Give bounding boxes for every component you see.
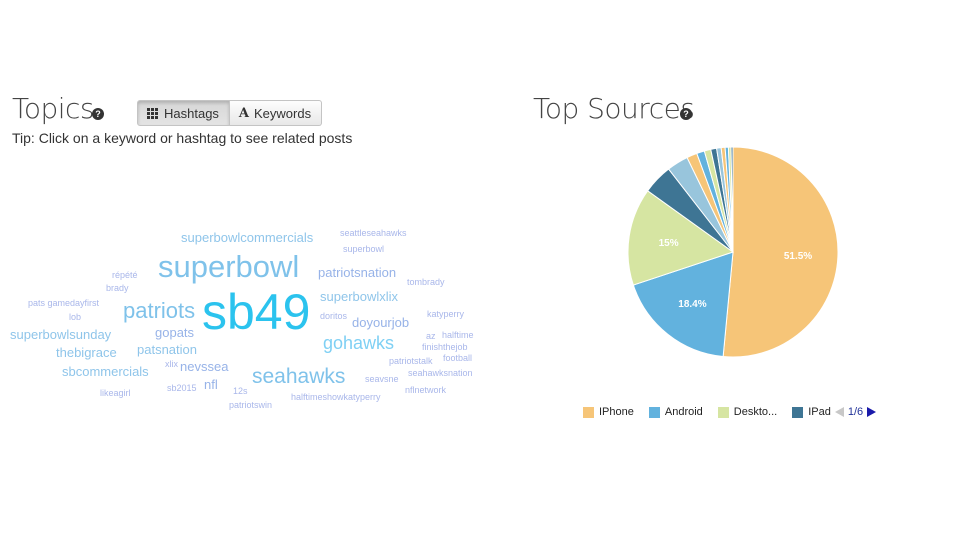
- pie-slice[interactable]: [716, 147, 734, 253]
- page-indicator: 1/6: [847, 406, 864, 418]
- pie-slice[interactable]: [722, 146, 839, 358]
- legend-pager: 1/6: [834, 406, 877, 418]
- legend-item[interactable]: Android: [648, 406, 703, 418]
- topic-word[interactable]: brady: [106, 284, 129, 293]
- help-icon[interactable]: ?: [680, 108, 692, 120]
- pie-slice[interactable]: [696, 150, 734, 253]
- topic-word[interactable]: superbowl: [343, 245, 384, 254]
- next-page-icon[interactable]: [867, 407, 877, 417]
- topic-word[interactable]: superbowlxlix: [320, 290, 398, 303]
- topic-word[interactable]: sbcommercials: [62, 365, 149, 378]
- legend-label: IPad: [808, 406, 831, 418]
- topic-word[interactable]: seahawks: [252, 366, 345, 387]
- pie-slice[interactable]: [646, 168, 734, 253]
- topic-word[interactable]: nflnetwork: [405, 386, 446, 395]
- legend-label: Android: [664, 406, 703, 418]
- legend-label: IPhone: [599, 406, 634, 418]
- chart-legend: IPhone Android Deskto... IPad 1/6: [583, 406, 877, 418]
- pie-slice[interactable]: [627, 190, 735, 286]
- topic-word[interactable]: katyperry: [427, 310, 464, 319]
- legend-swatch: [717, 406, 729, 418]
- topic-word[interactable]: seavsne: [365, 375, 399, 384]
- topic-word[interactable]: tombrady: [407, 278, 445, 287]
- legend-swatch: [648, 406, 660, 418]
- topic-word[interactable]: gopats: [155, 326, 194, 339]
- legend-swatch: [792, 406, 804, 418]
- topic-word[interactable]: nfl: [204, 378, 218, 391]
- topic-word[interactable]: halftime: [442, 331, 474, 340]
- topic-word[interactable]: finishthejob: [422, 343, 468, 352]
- topic-word[interactable]: seattleseahawks: [340, 229, 407, 238]
- slice-label: 15%: [659, 238, 679, 249]
- legend-label: Deskto...: [733, 406, 778, 418]
- topic-word[interactable]: pats gamedayfirst: [28, 299, 99, 308]
- pie-slice[interactable]: [727, 146, 734, 253]
- topic-word[interactable]: likeagirl: [100, 389, 131, 398]
- topic-word[interactable]: doyourjob: [352, 316, 409, 329]
- topic-word[interactable]: superbowl: [158, 251, 299, 282]
- pie-slice[interactable]: [632, 251, 734, 358]
- topic-word[interactable]: az: [426, 332, 436, 341]
- pie-slice[interactable]: [710, 147, 734, 253]
- legend-item[interactable]: Deskto...: [717, 406, 778, 418]
- topic-word[interactable]: superbowlcommercials: [181, 231, 313, 244]
- pie-slice[interactable]: [686, 152, 734, 253]
- pie-slice[interactable]: [703, 148, 734, 253]
- pie-slice[interactable]: [724, 146, 734, 253]
- topic-word[interactable]: superbowlsunday: [10, 328, 111, 341]
- pie-slice[interactable]: [667, 156, 734, 253]
- topic-word[interactable]: patsnation: [137, 343, 197, 356]
- topic-word[interactable]: sb49: [202, 287, 310, 337]
- slice-label: 18.4%: [678, 299, 706, 310]
- topic-word[interactable]: doritos: [320, 312, 347, 321]
- topic-word[interactable]: thebigrace: [56, 346, 117, 359]
- legend-item[interactable]: IPhone: [583, 406, 634, 418]
- topic-word[interactable]: halftimeshowkatyperry: [291, 393, 381, 402]
- legend-item[interactable]: IPad: [792, 406, 831, 418]
- topic-word[interactable]: répété: [112, 271, 138, 280]
- prev-page-icon[interactable]: [834, 407, 844, 417]
- legend-swatch: [583, 406, 594, 418]
- topic-word[interactable]: nevssea: [180, 360, 228, 373]
- word-cloud: sb49 superbowl patriots seahawks gohawks supe…: [0, 0, 520, 540]
- topic-word[interactable]: xlix: [165, 360, 178, 369]
- topic-word[interactable]: patriotswin: [229, 401, 272, 410]
- pie-slice[interactable]: [720, 146, 734, 253]
- topic-word[interactable]: patriotstalk: [389, 357, 433, 366]
- pie-slice[interactable]: [730, 146, 734, 253]
- topic-word[interactable]: patriotsnation: [318, 266, 396, 279]
- slice-label: 51.5%: [784, 251, 812, 262]
- topic-word[interactable]: seahawksnation: [408, 369, 473, 378]
- topic-word[interactable]: lob: [69, 313, 81, 322]
- sources-title: Top Sources: [533, 92, 695, 125]
- topic-word[interactable]: 12s: [233, 387, 248, 396]
- topic-word[interactable]: sb2015: [167, 384, 197, 393]
- topic-word[interactable]: gohawks: [323, 334, 394, 352]
- topic-word[interactable]: patriots: [123, 300, 195, 322]
- topic-word[interactable]: football: [443, 354, 472, 363]
